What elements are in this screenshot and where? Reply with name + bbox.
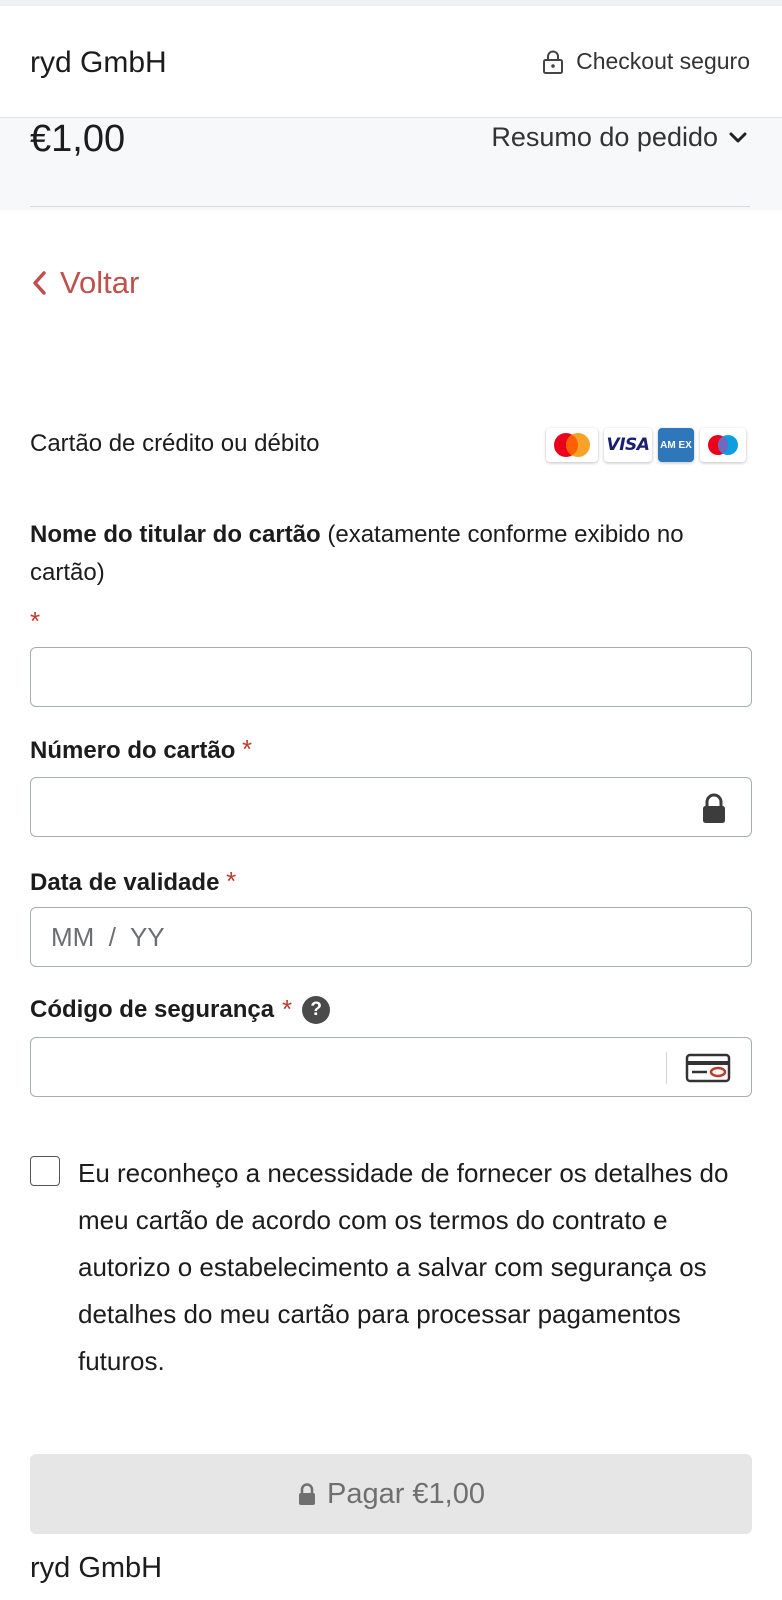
payment-method-title: Cartão de crédito ou débito [30, 430, 320, 457]
consent-text: Eu reconheço a necessidade de fornecer o… [78, 1158, 729, 1376]
expiry-required-mark: * [226, 866, 237, 896]
cardholder-name-field[interactable] [30, 647, 752, 707]
chevron-left-icon [33, 271, 46, 295]
security-code-label: Código de segurança * ? [30, 994, 331, 1025]
summary-divider [30, 206, 750, 207]
footer-merchant-name: ryd GmbH [30, 1552, 163, 1584]
card-number-label-text: Número do cartão [30, 737, 236, 764]
checkout-header: ryd GmbH Checkout seguro [0, 6, 782, 118]
expiry-date-field[interactable] [30, 907, 752, 967]
lock-icon [298, 1483, 315, 1505]
chevron-down-icon [729, 132, 747, 142]
expiry-date-input[interactable] [31, 908, 751, 966]
mastercard-logo-icon [546, 428, 598, 462]
expiry-label: Data de validade * [30, 866, 236, 897]
cardholder-label-bold: Nome do titular do cartão [30, 521, 321, 548]
pay-button[interactable]: Pagar €1,00 [30, 1454, 752, 1534]
card-cvc-icon [685, 1053, 731, 1083]
order-amount: €1,00 [30, 118, 126, 160]
security-code-label-text: Código de segurança [30, 995, 275, 1023]
card-number-input[interactable] [31, 778, 751, 836]
security-code-required-mark: * [282, 994, 293, 1024]
card-number-field[interactable] [30, 777, 752, 837]
maestro-logo-icon [700, 428, 746, 462]
security-code-input[interactable] [31, 1038, 751, 1096]
pay-button-label: Pagar €1,00 [326, 1477, 485, 1510]
order-summary-toggle[interactable]: Resumo do pedido [491, 122, 748, 153]
cardholder-label: Nome do titular do cartão (exatamente co… [30, 516, 730, 592]
cardholder-required-mark: * [30, 606, 41, 636]
consent-checkbox[interactable] [30, 1156, 60, 1186]
cvc-divider [666, 1052, 667, 1084]
secure-checkout-badge: Checkout seguro [540, 48, 750, 75]
lock-icon [543, 50, 564, 74]
back-link[interactable]: Voltar [30, 265, 139, 301]
card-brand-logos: VISA AM EX [546, 428, 746, 462]
order-summary-bar: €1,00 Resumo do pedido [0, 118, 782, 210]
security-code-field[interactable] [30, 1037, 752, 1097]
help-icon[interactable]: ? [302, 995, 331, 1024]
order-summary-label: Resumo do pedido [491, 122, 718, 152]
lock-icon [703, 793, 725, 823]
visa-logo-icon: VISA [604, 428, 652, 462]
back-label: Voltar [60, 265, 140, 300]
card-number-required-mark: * [242, 734, 253, 764]
expiry-label-text: Data de validade [30, 869, 220, 896]
secure-checkout-label: Checkout seguro [576, 48, 750, 74]
amex-logo-icon: AM EX [658, 428, 694, 462]
cardholder-name-input[interactable] [31, 648, 751, 706]
card-number-label: Número do cartão * [30, 734, 252, 765]
merchant-name: ryd GmbH [30, 46, 167, 79]
